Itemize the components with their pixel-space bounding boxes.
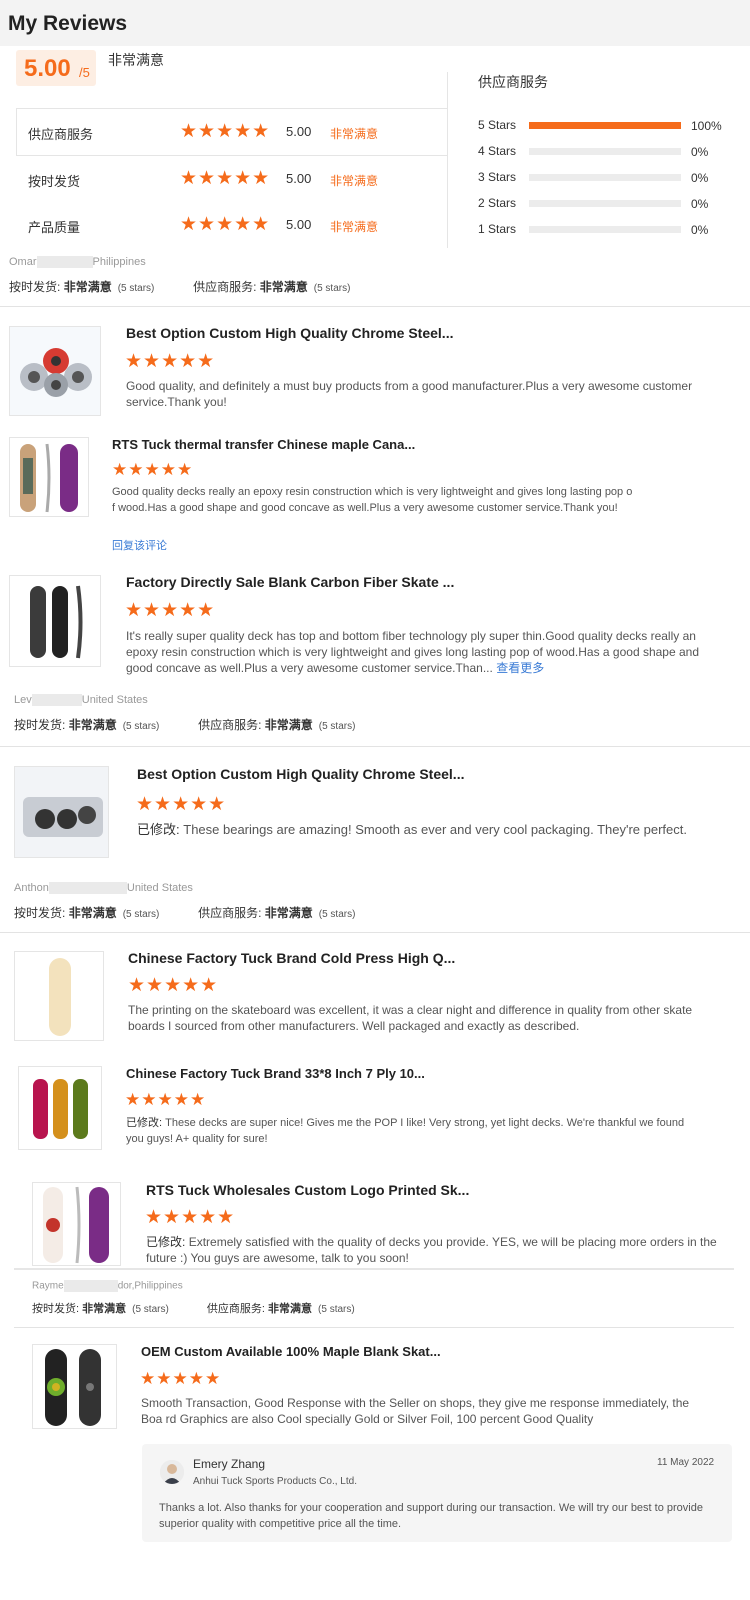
dist-bar-4 [529, 148, 681, 155]
review-stars: ★★★★★ [136, 794, 227, 815]
review-stars: ★★★★★ [112, 460, 194, 479]
review-text-line1: Good quality decks really an epoxy resin… [112, 486, 633, 498]
reviewer-name: Omar Philippines [9, 256, 146, 269]
dist-bar-1 [529, 226, 681, 233]
reply-text: Thanks a lot. Also thanks for your coope… [159, 1502, 703, 1530]
avatar [160, 1460, 184, 1484]
product-title[interactable]: Chinese Factory Tuck Brand Cold Press Hi… [128, 950, 455, 966]
product-title[interactable]: RTS Tuck Wholesales Custom Logo Printed … [146, 1182, 469, 1198]
divider [447, 72, 448, 248]
reviewer-name: Anthon United States [14, 882, 193, 895]
distribution-title: 供应商服务 [478, 74, 548, 90]
product-title[interactable]: Best Option Custom High Quality Chrome S… [126, 325, 453, 341]
divider [14, 1268, 734, 1270]
product-image[interactable] [14, 766, 109, 858]
dist-bar-5 [529, 122, 681, 129]
rating-stars-shipping: ★★★★★ [180, 168, 271, 189]
dist-label-2: 2 Stars [478, 196, 517, 210]
review-text: The printing on the skateboard was excel… [128, 1003, 693, 1033]
review-text: Good quality, and definitely a must buy … [126, 379, 693, 409]
rating-label-shipping: 按时发货 [28, 174, 81, 189]
rating-stars-service: ★★★★★ [180, 121, 271, 142]
overall-satisfaction: 非常满意 [108, 52, 164, 68]
rating-value-service: 5.00 [286, 124, 312, 139]
reviewer-name: Lev United States [14, 694, 148, 707]
product-title[interactable]: OEM Custom Available 100% Maple Blank Sk… [141, 1344, 441, 1359]
divider [0, 306, 750, 307]
rating-value-quality: 5.00 [286, 217, 312, 232]
divider [14, 1327, 734, 1328]
reviewer-meta: 按时发货: 非常满意 (5 stars) 供应商服务: 非常满意 (5 stars) [14, 906, 356, 920]
page-header: My Reviews [0, 0, 750, 46]
rating-satisfaction-quality: 非常满意 [330, 220, 379, 234]
rating-satisfaction-shipping: 非常满意 [330, 174, 379, 188]
dist-label-5: 5 Stars [478, 118, 517, 132]
product-title[interactable]: Best Option Custom High Quality Chrome S… [137, 766, 464, 782]
product-image[interactable] [18, 1066, 102, 1150]
dist-bar-2 [529, 200, 681, 207]
product-image[interactable] [32, 1344, 117, 1429]
dist-label-4: 4 Stars [478, 144, 517, 158]
reply-author: Emery Zhang [193, 1457, 266, 1471]
review-stars: ★★★★★ [125, 600, 216, 621]
review-stars: ★★★★★ [128, 975, 219, 996]
review-text: It's really super quality deck has top a… [126, 629, 700, 675]
dist-label-3: 3 Stars [478, 170, 517, 184]
dist-label-1: 1 Stars [478, 222, 517, 236]
dist-bar-3 [529, 174, 681, 181]
page-title: My Reviews [8, 12, 128, 35]
rating-stars-quality: ★★★★★ [180, 214, 271, 235]
product-image[interactable] [32, 1182, 121, 1266]
overall-score-badge: 5.00 /5 [16, 50, 96, 86]
dist-pct-4: 0% [691, 145, 709, 159]
product-image[interactable] [9, 437, 89, 517]
review-stars: ★★★★★ [125, 1090, 207, 1109]
rating-label-quality: 产品质量 [28, 220, 81, 235]
rating-satisfaction-service: 非常满意 [330, 127, 379, 141]
product-title[interactable]: Factory Directly Sale Blank Carbon Fiber… [126, 574, 454, 590]
overall-score: 5.00 [24, 55, 71, 82]
overall-score-suffix: /5 [79, 65, 90, 80]
product-title[interactable]: Chinese Factory Tuck Brand 33*8 Inch 7 P… [126, 1066, 425, 1081]
review-stars: ★★★★★ [140, 1369, 222, 1388]
reviewer-meta: 按时发货: 非常满意 (5 stars) 供应商服务: 非常满意 (5 stars) [9, 280, 351, 294]
review-stars: ★★★★★ [145, 1207, 236, 1228]
product-image[interactable] [9, 326, 101, 416]
review-text: Smooth Transaction, Good Response with t… [141, 1396, 690, 1426]
divider [0, 746, 750, 747]
divider [0, 932, 750, 933]
product-image[interactable] [9, 575, 101, 667]
rating-value-shipping: 5.00 [286, 171, 312, 186]
review-stars: ★★★★★ [125, 351, 216, 372]
dist-pct-3: 0% [691, 171, 709, 185]
reviewer-meta: 按时发货: 非常满意 (5 stars) 供应商服务: 非常满意 (5 stars) [32, 1303, 355, 1315]
review-text: 已修改: Extremely satisfied with the qualit… [146, 1235, 717, 1265]
review-text: 已修改: These decks are super nice! Gives m… [126, 1117, 685, 1145]
product-image[interactable] [14, 951, 104, 1041]
review-text-line2: f wood.Has a good shape and good concave… [112, 502, 618, 514]
reviewer-name: Rayme dor,Philippines [32, 1280, 183, 1292]
reply-company: Anhui Tuck Sports Products Co., Ltd. [193, 1476, 357, 1487]
reviewer-meta: 按时发货: 非常满意 (5 stars) 供应商服务: 非常满意 (5 stars) [14, 718, 356, 732]
product-title[interactable]: RTS Tuck thermal transfer Chinese maple … [112, 437, 415, 452]
dist-fill-5 [529, 122, 681, 129]
rating-label-service: 供应商服务 [28, 127, 94, 142]
review-text: 已修改: These bearings are amazing! Smooth … [137, 822, 687, 837]
dist-pct-5: 100% [691, 119, 722, 133]
dist-pct-2: 0% [691, 197, 709, 211]
reply-review-link[interactable]: 回复该评论 [112, 537, 167, 553]
dist-pct-1: 0% [691, 223, 709, 237]
reply-date: 11 May 2022 [657, 1457, 715, 1468]
see-more-link[interactable]: 查看更多 [496, 661, 544, 675]
